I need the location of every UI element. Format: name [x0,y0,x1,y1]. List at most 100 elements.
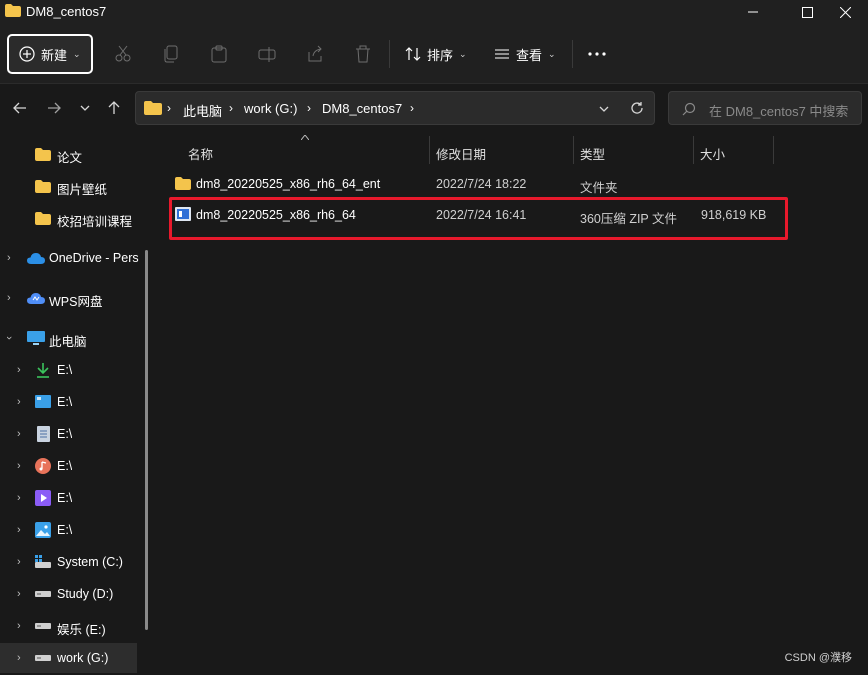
chevron-down-icon [80,105,90,111]
chevron-right-icon[interactable]: › [17,620,21,632]
chevron-down-icon: ⌄ [548,48,556,59]
address-bar[interactable]: › 此电脑 › work (G:) › DM8_centos7 › [135,91,655,125]
breadcrumb-work-drive[interactable]: work (G:) [244,101,297,116]
chevron-right-icon[interactable]: › [17,428,21,440]
back-button[interactable] [10,98,30,118]
sidebar-item-this-pc[interactable]: › 此电脑 [0,323,140,353]
sidebar-item-downloads[interactable]: › E:\ [0,355,140,385]
title-bar: DM8_centos7 [0,0,868,24]
computer-icon [27,331,45,345]
breadcrumb-chevron: › [229,101,233,115]
column-header-name[interactable]: 名称 [188,144,213,163]
sidebar-item-wps[interactable]: › WPS网盘 [0,283,140,313]
sidebar-item-yule-e[interactable]: › 娱乐 (E:) [0,611,140,641]
forward-button[interactable] [44,98,64,118]
sidebar-item-documents[interactable]: › E:\ [0,419,140,449]
toolbar-divider [389,40,390,68]
chevron-right-icon[interactable]: › [17,524,21,536]
sidebar-item-label: 此电脑 [49,335,87,349]
copy-icon[interactable] [161,44,181,64]
wps-cloud-icon [27,293,45,304]
chevron-right-icon[interactable]: › [17,492,21,504]
column-divider[interactable] [429,136,430,164]
arrow-left-icon [13,102,26,114]
sidebar-item-courses[interactable]: 校招培训课程 [0,203,140,233]
sidebar-item-label: E:\ [57,459,73,473]
up-button[interactable] [104,98,124,118]
breadcrumb-this-pc[interactable]: 此电脑 [183,101,222,120]
search-input[interactable]: 在 DM8_centos7 中搜索 [668,91,862,125]
file-modified: 2022/7/24 18:22 [436,177,527,191]
new-button[interactable]: 新建 ⌄ [7,34,93,74]
chevron-right-icon[interactable]: › [17,556,21,568]
sidebar-item-label: E:\ [57,491,73,505]
recent-locations-button[interactable] [75,98,95,118]
column-divider[interactable] [773,136,774,164]
download-icon [37,363,49,378]
rename-icon[interactable] [257,44,277,64]
sidebar-item-label: System (C:) [57,555,123,569]
chevron-right-icon[interactable]: › [17,396,21,408]
chevron-right-icon[interactable]: › [7,252,11,264]
picture-icon [35,522,51,538]
maximize-icon [801,6,813,18]
folder-icon [144,101,162,115]
sidebar-item-label: 娱乐 (E:) [57,623,106,637]
column-header-type[interactable]: 类型 [580,144,605,163]
column-header-modified[interactable]: 修改日期 [436,144,486,163]
new-button-label: 新建 [41,47,68,63]
sidebar-item-music[interactable]: › E:\ [0,451,140,481]
sidebar-item-desktop[interactable]: › E:\ [0,387,140,417]
search-icon [682,102,696,116]
chevron-down-icon[interactable] [599,105,609,113]
sort-button[interactable]: 排序 ⌄ [405,44,467,64]
view-label: 查看 [516,47,543,63]
chevron-down-icon[interactable]: › [3,336,15,340]
sidebar-scrollbar[interactable] [145,250,148,630]
folder-icon [175,177,191,190]
breadcrumb-chevron: › [167,101,171,115]
sidebar-item-onedrive[interactable]: › OneDrive - Pers [0,243,140,273]
sidebar-item-videos[interactable]: › E:\ [0,483,140,513]
chevron-right-icon[interactable]: › [17,652,21,664]
sidebar-item-label: E:\ [57,427,73,441]
sidebar-item-label: E:\ [57,523,73,537]
window-title: DM8_centos7 [26,4,107,19]
sidebar-item-study-d[interactable]: › Study (D:) [0,579,140,609]
column-divider[interactable] [573,136,574,164]
address-row: › 此电脑 › work (G:) › DM8_centos7 › 在 DM8_… [0,84,868,132]
refresh-icon[interactable] [630,101,644,115]
folder-icon [35,180,51,193]
sidebar-item-lunwen[interactable]: 论文 [0,139,140,169]
folder-icon [35,212,51,225]
chevron-right-icon[interactable]: › [17,460,21,472]
breadcrumb-dm8-centos7[interactable]: DM8_centos7 [322,101,402,116]
minimize-button[interactable] [730,0,776,24]
column-header-size[interactable]: 大小 [700,144,725,163]
sidebar-item-label: 图片壁纸 [57,183,108,197]
sidebar-item-label: E:\ [57,395,73,409]
more-options-button[interactable] [588,44,606,64]
file-type: 文件夹 [580,181,618,195]
sidebar-item-system-c[interactable]: › System (C:) [0,547,140,577]
view-button[interactable]: 查看 ⌄ [494,44,556,64]
chevron-down-icon: ⌄ [459,48,467,59]
column-divider[interactable] [693,136,694,164]
sidebar-item-wallpapers[interactable]: 图片壁纸 [0,171,140,201]
sidebar-item-pictures[interactable]: › E:\ [0,515,140,545]
share-icon[interactable] [305,44,325,64]
arrow-right-icon [48,102,61,114]
chevron-right-icon[interactable]: › [17,364,21,376]
table-row[interactable]: dm8_20220525_x86_rh6_64_ent 2022/7/24 18… [170,171,790,199]
close-button[interactable] [822,0,868,24]
sidebar-item-label: E:\ [57,363,73,377]
sort-label: 排序 [427,47,454,63]
sidebar-item-label: work (G:) [57,651,109,665]
chevron-right-icon[interactable]: › [17,588,21,600]
sidebar-item-work-g[interactable]: › work (G:) [0,643,137,673]
chevron-right-icon[interactable]: › [7,292,11,304]
delete-icon[interactable] [353,44,373,64]
paste-icon[interactable] [209,44,229,64]
cut-icon[interactable] [113,44,133,64]
sidebar-item-label: WPS网盘 [49,295,103,309]
